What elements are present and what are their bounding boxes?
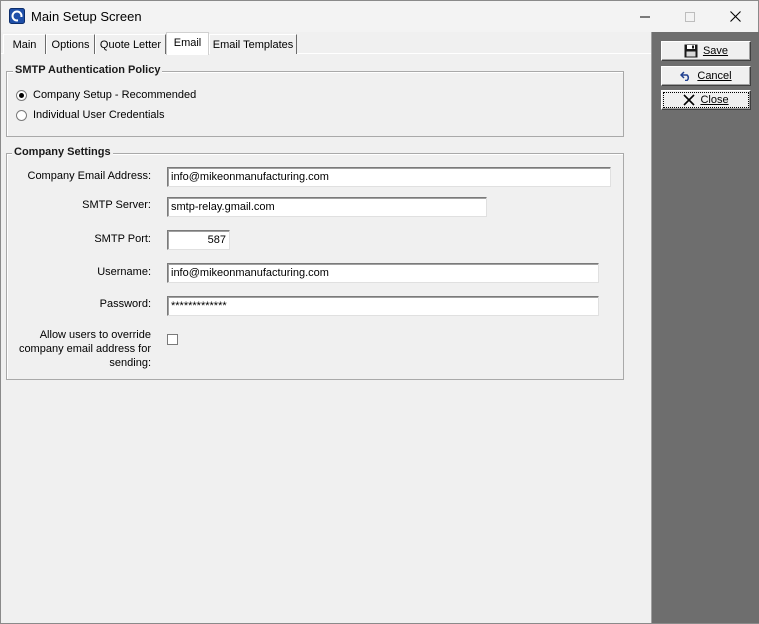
- settings-content: Main Options Quote Letter Email Email Te…: [1, 32, 651, 623]
- company-settings-group: Company Settings Company Email Address: …: [6, 146, 624, 380]
- x-close-icon: [683, 94, 696, 106]
- radio-individual-credentials[interactable]: Individual User Credentials: [16, 109, 164, 121]
- tab-label: Email: [173, 37, 202, 49]
- override-label-line: Allow users to override: [39, 329, 151, 341]
- tab-label: Email Templates: [212, 39, 294, 51]
- cancel-label: Cancel: [697, 70, 732, 82]
- save-button[interactable]: Save: [661, 41, 751, 61]
- floppy-disk-icon: [684, 44, 698, 58]
- window-title: Main Setup Screen: [31, 9, 142, 24]
- smtp-port-field[interactable]: 587: [167, 230, 230, 250]
- username-field[interactable]: info@mikeonmanufacturing.com: [167, 263, 599, 283]
- radio-company-setup[interactable]: Company Setup - Recommended: [16, 89, 196, 101]
- smtp-server-field[interactable]: smtp-relay.gmail.com: [167, 197, 487, 217]
- tab-email-templates[interactable]: Email Templates: [209, 34, 297, 54]
- minimize-button[interactable]: [622, 1, 668, 32]
- smtp-auth-policy-group: SMTP Authentication Policy Company Setup…: [6, 64, 624, 137]
- main-setup-window: Main Setup Screen Main Options Quote Let…: [0, 0, 759, 624]
- group-title: SMTP Authentication Policy: [13, 64, 163, 76]
- close-label: Close: [700, 94, 729, 106]
- radio-label: Individual User Credentials: [33, 109, 165, 121]
- tab-label: Quote Letter: [99, 39, 162, 51]
- close-button[interactable]: Close: [661, 90, 751, 110]
- title-bar[interactable]: Main Setup Screen: [1, 1, 758, 32]
- tab-email[interactable]: Email: [166, 32, 209, 55]
- radio-label: Company Setup - Recommended: [33, 89, 197, 101]
- maximize-icon: [685, 11, 695, 22]
- tab-main[interactable]: Main: [3, 34, 46, 54]
- tab-label: Options: [51, 39, 90, 51]
- email-label: Company Email Address:: [27, 170, 152, 182]
- override-label: Allow users to override company email ad…: [19, 328, 151, 370]
- company-email-field[interactable]: info@mikeonmanufacturing.com: [167, 167, 611, 187]
- close-window-button[interactable]: [712, 1, 758, 32]
- close-icon: [729, 11, 741, 22]
- tab-quote-letter[interactable]: Quote Letter: [95, 34, 166, 54]
- app-icon: [9, 8, 25, 24]
- password-field[interactable]: *************: [167, 296, 599, 316]
- undo-arrow-icon: [680, 71, 692, 81]
- override-label-line: company email address for: [18, 343, 151, 355]
- tab-options[interactable]: Options: [46, 34, 95, 54]
- override-email-checkbox[interactable]: [167, 334, 178, 345]
- action-panel: Save Cancel Close: [651, 32, 759, 623]
- tab-label: Main: [12, 39, 37, 51]
- save-label: Save: [702, 45, 729, 57]
- smtp-port-label: SMTP Port:: [94, 233, 151, 245]
- minimize-icon: [640, 16, 650, 17]
- radio-button-checked[interactable]: [16, 89, 27, 101]
- username-label: Username:: [97, 266, 151, 278]
- cancel-button[interactable]: Cancel: [661, 66, 751, 86]
- smtp-server-label: SMTP Server:: [82, 199, 151, 211]
- maximize-button[interactable]: [667, 1, 713, 32]
- group-title: Company Settings: [12, 146, 113, 158]
- radio-button[interactable]: [16, 109, 27, 121]
- password-label: Password:: [99, 298, 151, 310]
- override-label-line: sending:: [109, 357, 151, 369]
